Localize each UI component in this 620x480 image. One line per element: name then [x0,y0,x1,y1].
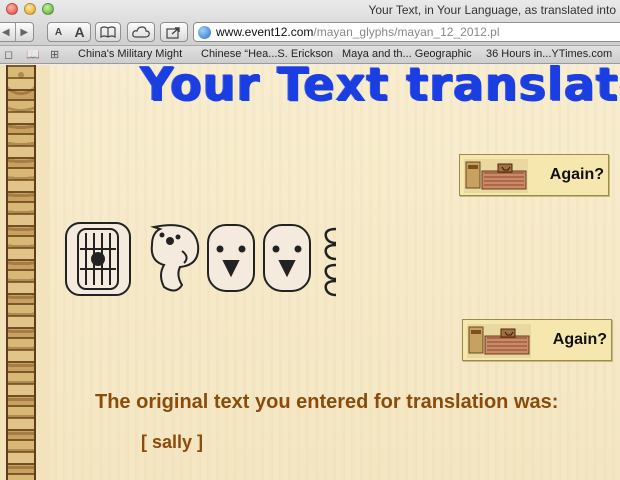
web-page: Your Text translated Again? [0,65,620,480]
close-window-button[interactable] [6,3,18,15]
bookmark-item[interactable]: Chinese “Hea...S. Erickson [201,48,333,60]
url-domain: www.event12.com [216,25,314,39]
share-button[interactable] [160,22,188,42]
font-size-group: A A [47,22,91,42]
bookmark-item[interactable]: Maya and th... Geographic [342,48,472,60]
again-label: Again? [549,166,604,183]
mayan-temple-icon [464,159,528,193]
back-arrow-icon[interactable]: ◀ [0,27,15,38]
icloud-tabs-button[interactable] [127,22,155,42]
glyph-block-1 [65,222,131,296]
bookmark-item[interactable]: China's Military Might [78,48,182,60]
reader-button[interactable] [95,22,121,42]
zoom-window-button[interactable] [42,3,54,15]
glyph-block-2 [150,224,200,292]
minimize-window-button[interactable] [24,3,36,15]
mayan-temple-icon [467,324,531,358]
bookmark-item[interactable]: 36 Hours in...YTimes.com [486,48,612,60]
font-larger-button[interactable]: A [69,24,90,40]
glyph-block-4 [263,224,311,292]
address-bar[interactable]: www.event12.com/mayan_glyphs/mayan_12_20… [193,22,620,42]
mayan-glyph-translation [65,222,337,297]
glyph-block-3 [207,224,255,292]
mayan-border-image [6,65,36,480]
page-heading: Your Text translated [140,65,620,111]
share-icon [166,26,180,39]
bookmarks-bar: ◻ 📖 ⊞ China's Military Might Chinese “He… [0,46,620,64]
reading-list-icon[interactable]: 📖 [26,48,40,61]
window-titlebar: Your Text, in Your Language, as translat… [0,0,620,46]
entered-text-value: [ sally ] [141,432,204,452]
forward-arrow-icon[interactable]: ▶ [16,27,34,38]
original-text-label: The original text you entered for transl… [95,391,559,413]
again-button[interactable]: Again? [459,154,609,196]
again-button[interactable]: Again? [462,319,612,361]
sidebar-toggle-icon[interactable]: ◻ [4,48,13,61]
font-smaller-button[interactable]: A [48,27,69,38]
again-label: Again? [552,331,607,348]
top-sites-grid-icon[interactable]: ⊞ [50,48,59,61]
decorative-border [0,65,50,480]
open-book-icon [100,26,116,38]
url-path: /mayan_glyphs/mayan_12_2012.pl [313,25,500,39]
cloud-icon [132,26,150,38]
window-title: Your Text, in Your Language, as translat… [368,3,616,17]
glyph-block-5 [324,227,337,297]
back-forward-group: ◀ ▶ [0,22,34,42]
globe-icon [198,26,211,39]
